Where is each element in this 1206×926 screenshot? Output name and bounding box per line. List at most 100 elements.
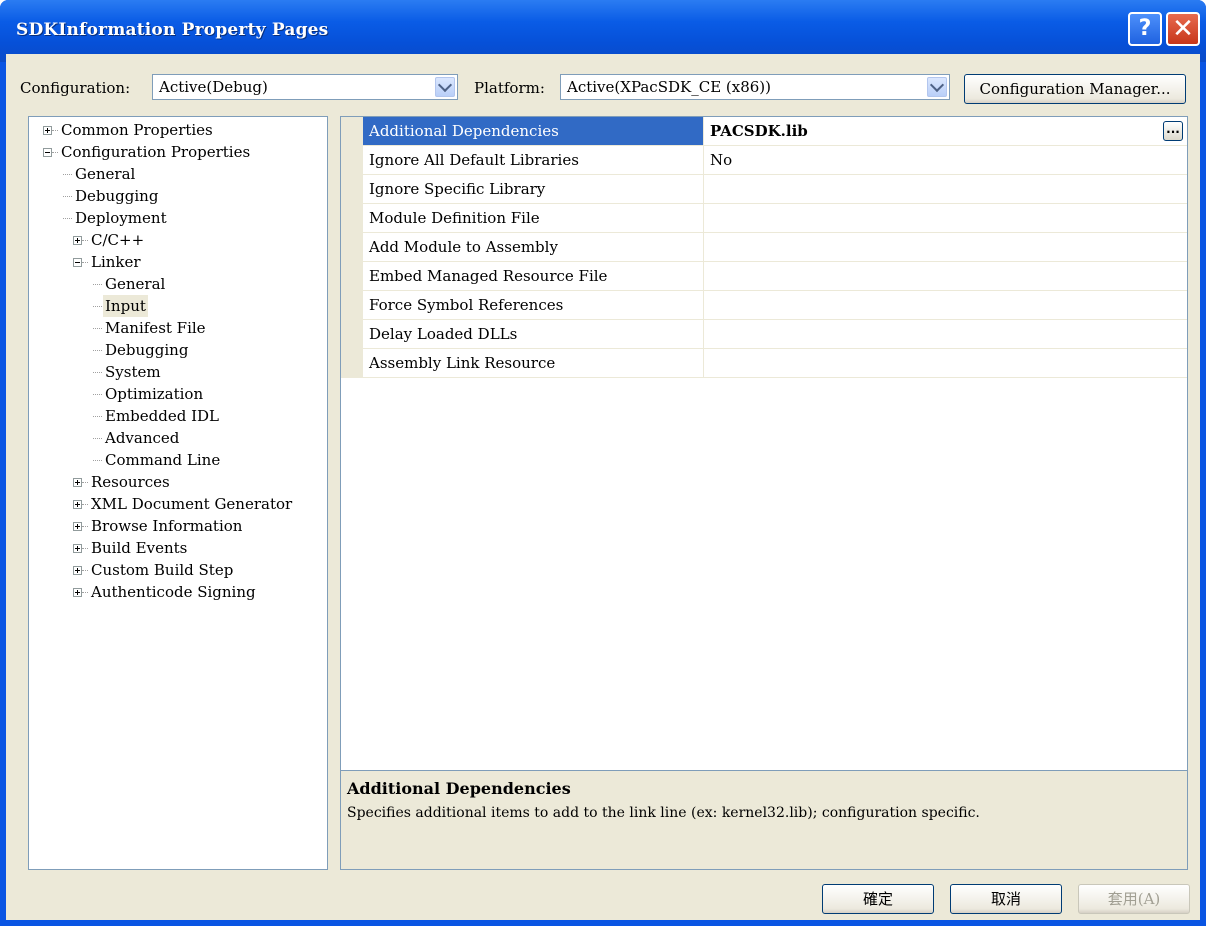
tree-item[interactable]: Browse Information	[29, 515, 327, 537]
tree-item-label: General	[105, 275, 166, 293]
property-pages-window: SDKInformation Property Pages ? ✕ Config…	[0, 0, 1206, 926]
property-value[interactable]: PACSDK.lib...	[703, 117, 1187, 145]
tree-item-label: Optimization	[105, 385, 204, 403]
tree-item-label: Embedded IDL	[105, 407, 220, 425]
property-value[interactable]	[703, 204, 1187, 232]
tree-item[interactable]: Configuration Properties	[29, 141, 327, 163]
cancel-button[interactable]: 取消	[950, 884, 1062, 914]
ellipsis-button[interactable]: ...	[1163, 121, 1183, 141]
dialog-client: Configuration: Active(Debug) Platform: A…	[6, 54, 1200, 920]
tree-item-label: Browse Information	[91, 517, 243, 535]
description-title: Additional Dependencies	[347, 779, 571, 798]
tree-item[interactable]: Deployment	[29, 207, 327, 229]
tree-item[interactable]: Debugging	[29, 339, 327, 361]
tree-item[interactable]: General	[29, 273, 327, 295]
tree-item-label: General	[75, 165, 136, 183]
expand-icon[interactable]	[73, 566, 82, 575]
tree-item[interactable]: C/C++	[29, 229, 327, 251]
property-name: Additional Dependencies	[363, 117, 703, 145]
chevron-down-icon[interactable]	[435, 77, 455, 97]
tree-item[interactable]: Embedded IDL	[29, 405, 327, 427]
tree-item-label: Debugging	[105, 341, 189, 359]
property-tree[interactable]: Common Properties Configuration Propertie…	[28, 116, 328, 870]
property-row[interactable]: Add Module to Assembly	[341, 233, 1187, 262]
tree-item-label: Deployment	[75, 209, 167, 227]
tree-item[interactable]: Optimization	[29, 383, 327, 405]
expand-icon[interactable]	[73, 478, 82, 487]
property-value[interactable]: No	[703, 146, 1187, 174]
expand-icon[interactable]	[73, 236, 82, 245]
property-name: Ignore Specific Library	[369, 180, 546, 198]
tree-item-label: XML Document Generator	[91, 495, 293, 513]
close-icon[interactable]: ✕	[1166, 12, 1200, 46]
help-icon[interactable]: ?	[1128, 12, 1162, 46]
property-name: Ignore All Default Libraries	[369, 151, 579, 169]
tree-item-label: Resources	[91, 473, 170, 491]
tree-item[interactable]: Command Line	[29, 449, 327, 471]
tree-item-label: System	[105, 363, 161, 381]
tree-item[interactable]: Resources	[29, 471, 327, 493]
property-value[interactable]	[703, 291, 1187, 319]
configuration-label: Configuration:	[20, 79, 131, 97]
tree-item[interactable]: Linker	[29, 251, 327, 273]
expand-icon[interactable]	[73, 588, 82, 597]
tree-item-label: Configuration Properties	[61, 143, 251, 161]
property-row[interactable]: Additional Dependencies PACSDK.lib...	[341, 117, 1187, 146]
tree-item[interactable]: General	[29, 163, 327, 185]
property-name: Assembly Link Resource	[369, 354, 556, 372]
tree-item[interactable]: Custom Build Step	[29, 559, 327, 581]
property-row[interactable]: Embed Managed Resource File	[341, 262, 1187, 291]
expand-icon[interactable]	[73, 522, 82, 531]
tree-item-label: Build Events	[91, 539, 188, 557]
property-name: Embed Managed Resource File	[369, 267, 608, 285]
platform-combo[interactable]: Active(XPacSDK_CE (x86))	[560, 74, 950, 100]
tree-item[interactable]: Authenticode Signing	[29, 581, 327, 603]
tree-item-label: Authenticode Signing	[91, 583, 256, 601]
apply-button[interactable]: 套用(A)	[1078, 884, 1190, 914]
property-row[interactable]: Ignore All Default Libraries No	[341, 146, 1187, 175]
property-value[interactable]	[703, 349, 1187, 377]
property-value[interactable]	[703, 262, 1187, 290]
tree-item[interactable]: System	[29, 361, 327, 383]
ok-button[interactable]: 確定	[822, 884, 934, 914]
tree-item[interactable]: Manifest File	[29, 317, 327, 339]
property-value[interactable]	[703, 320, 1187, 348]
expand-icon[interactable]	[43, 126, 52, 135]
tree-item-label: Command Line	[105, 451, 221, 469]
configuration-value: Active(Debug)	[159, 78, 268, 96]
tree-item-label: Common Properties	[61, 121, 213, 139]
title-bar: SDKInformation Property Pages ? ✕	[0, 0, 1206, 62]
tree-item[interactable]: Common Properties	[29, 119, 327, 141]
property-name: Add Module to Assembly	[369, 238, 558, 256]
property-name: Force Symbol References	[369, 296, 564, 314]
tree-item-label: Linker	[91, 253, 141, 271]
expand-icon[interactable]	[73, 500, 82, 509]
configuration-manager-button[interactable]: Configuration Manager...	[964, 74, 1186, 104]
collapse-icon[interactable]	[43, 148, 52, 157]
property-value[interactable]	[703, 175, 1187, 203]
property-row[interactable]: Module Definition File	[341, 204, 1187, 233]
property-value[interactable]	[703, 233, 1187, 261]
window-title: SDKInformation Property Pages	[16, 20, 329, 40]
description-panel: Additional Dependencies Specifies additi…	[340, 770, 1188, 870]
property-grid[interactable]: Additional Dependencies PACSDK.lib... Igno…	[340, 116, 1188, 770]
property-row[interactable]: Ignore Specific Library	[341, 175, 1187, 204]
property-row[interactable]: Delay Loaded DLLs	[341, 320, 1187, 349]
tree-item-label: Advanced	[105, 429, 180, 447]
tree-item[interactable]: Build Events	[29, 537, 327, 559]
tree-item-label: C/C++	[91, 231, 145, 249]
expand-icon[interactable]	[73, 544, 82, 553]
configuration-combo[interactable]: Active(Debug)	[152, 74, 458, 100]
chevron-down-icon[interactable]	[927, 77, 947, 97]
property-row[interactable]: Assembly Link Resource	[341, 349, 1187, 378]
property-name: Delay Loaded DLLs	[369, 325, 518, 343]
property-row[interactable]: Force Symbol References	[341, 291, 1187, 320]
platform-label: Platform:	[474, 79, 545, 97]
property-name: Module Definition File	[369, 209, 540, 227]
tree-item[interactable]: XML Document Generator	[29, 493, 327, 515]
tree-item[interactable]: Advanced	[29, 427, 327, 449]
tree-item-label: Custom Build Step	[91, 561, 234, 579]
collapse-icon[interactable]	[73, 258, 82, 267]
tree-item[interactable]: Debugging	[29, 185, 327, 207]
tree-item[interactable]: Input	[29, 295, 327, 317]
